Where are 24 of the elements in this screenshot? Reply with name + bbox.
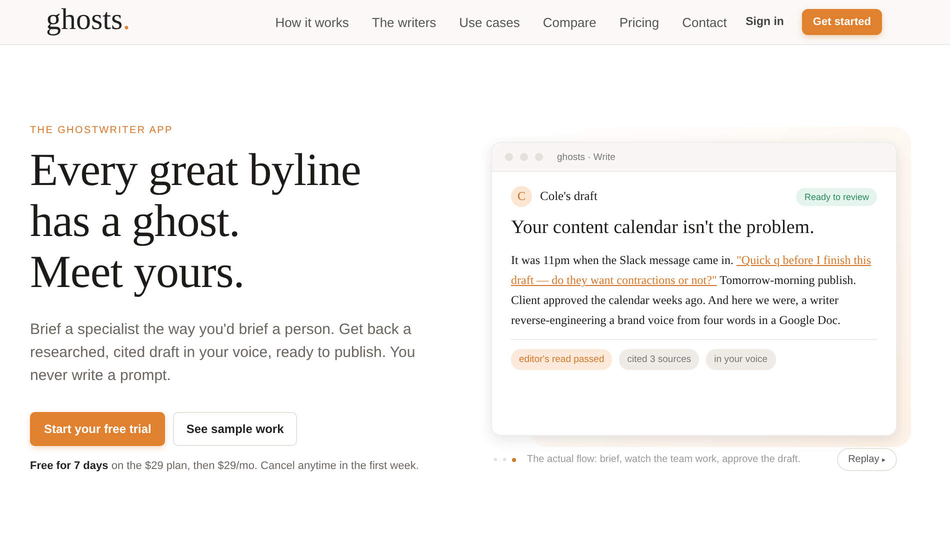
eyebrow-label: THE GHOSTWRITER APP — [30, 125, 174, 136]
tag: cited 3 sources — [619, 349, 700, 370]
nav-link[interactable]: Compare — [542, 14, 596, 30]
tag: in your voice — [706, 349, 776, 370]
nav-link[interactable]: How it works — [275, 14, 349, 30]
lede-paragraph: Brief a specialist the way you'd brief a person. Get back a researched, cited draft in your voice, ready to publish. You never write a prompt. — [30, 320, 416, 386]
nav-link[interactable]: Pricing — [619, 14, 660, 30]
headline: Every great byline has a ghost. Meet yours. — [30, 144, 362, 297]
logo[interactable]: ghosts. — [46, 3, 130, 37]
sample-work-button[interactable]: See sample work — [173, 412, 297, 446]
draft-paragraph: It was 11pm when the Slack message came in. "Quick q before I finish this draft — do they want contractions or not?" Tomorrow-morning publish. Client approved the calendar weeks ago. And here we were, a writer reverse-engineering a brand voice from four words in a Google Doc. — [511, 252, 872, 329]
nav-link[interactable]: The writers — [372, 14, 436, 30]
pricing-note: Free for 7 days on the $29 plan, then $29/mo. Cancel anytime in the first week. — [30, 459, 420, 474]
avatar: C — [511, 186, 532, 207]
draft-title: Your content calendar isn't the problem. — [511, 217, 816, 239]
nav-link[interactable]: Use cases — [459, 14, 520, 30]
window-controls-icon — [505, 153, 543, 161]
nav-link[interactable]: Contact — [682, 14, 727, 30]
status-badge: Ready to review — [796, 188, 877, 206]
window-title: ghosts · Write — [557, 152, 616, 162]
tag: editor's read passed — [511, 349, 612, 370]
draft-author: Cole's draft — [540, 189, 598, 204]
sign-in-link[interactable]: Sign in — [746, 16, 784, 28]
flow-caption: The actual flow: brief, watch the team work, approve the draft. — [527, 454, 800, 465]
